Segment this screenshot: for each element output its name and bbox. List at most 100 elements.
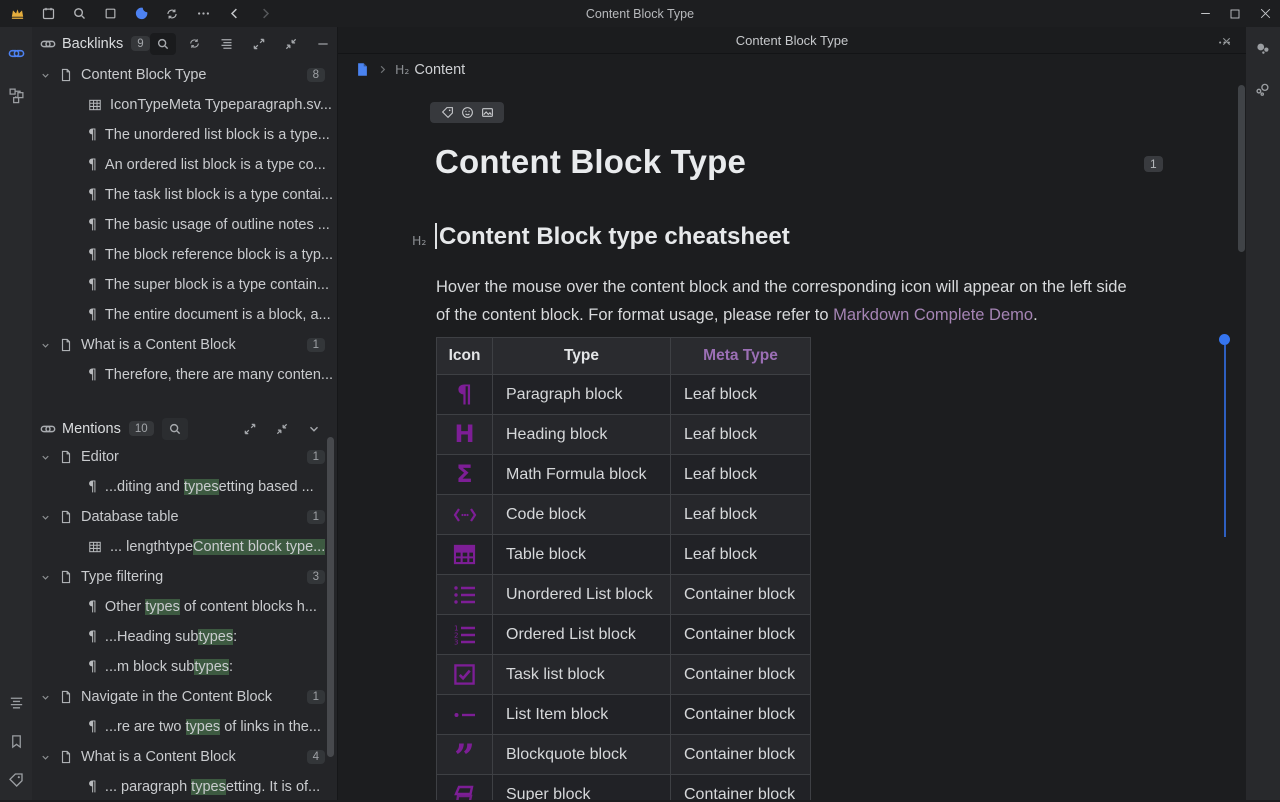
doc-paragraph[interactable]: Hover the mouse over the content block a… (436, 274, 1144, 329)
maximize-button[interactable] (1220, 0, 1250, 27)
global-search-icon[interactable] (70, 5, 88, 23)
backlink-item-row[interactable]: ¶ An ordered list block is a type co... (32, 150, 337, 180)
sidebar: Backlinks 9 C (32, 27, 338, 800)
mentions-search-button[interactable] (162, 418, 188, 440)
unordered-list-icon (453, 584, 477, 606)
backlinks-collapse-button[interactable] (278, 33, 304, 55)
daily-note-icon[interactable] (39, 5, 57, 23)
backlinks-search-button[interactable] (150, 33, 176, 55)
nav-back-icon[interactable] (225, 5, 243, 23)
image-icon[interactable] (481, 106, 494, 119)
table-row: ” Blockquote block Container block (437, 735, 811, 775)
mention-item-row[interactable]: ¶ ...m block subtypes: (32, 652, 337, 682)
close-button[interactable] (1250, 0, 1280, 27)
mention-item-row[interactable]: ¶ ... paragraph typesetting. It is of... (32, 772, 337, 802)
paragraph-icon: ¶ (88, 599, 97, 615)
backlink-item-row[interactable]: ¶ The super block is a type contain... (32, 270, 337, 300)
mentions-collapse-button[interactable] (269, 418, 295, 440)
ai-chat-dock-icon[interactable] (1246, 33, 1280, 67)
paragraph-icon: ¶ (88, 307, 97, 323)
backlinks-title: Backlinks (62, 36, 123, 52)
mention-item-row[interactable]: ¶ ...diting and typesetting based ... (32, 472, 337, 502)
table-row: H Heading block Leaf block (437, 415, 811, 455)
tag-icon[interactable] (441, 106, 454, 119)
backlink-item-row[interactable]: ¶ The block reference block is a typ... (32, 240, 337, 270)
mention-doc-row[interactable]: Database table 1 (32, 502, 337, 532)
document-icon (59, 690, 73, 704)
paragraph-icon: ¶ (88, 247, 97, 263)
table-row: List Item block Container block (437, 695, 811, 735)
paragraph-icon: ¶ (88, 367, 97, 383)
mention-doc-row[interactable]: Navigate in the Content Block 1 (32, 682, 337, 712)
mentions-panel-header: Mentions 10 (32, 412, 337, 445)
document-icon (59, 450, 73, 464)
doc-title[interactable]: Content Block Type (435, 143, 746, 181)
markdown-demo-link[interactable]: Markdown Complete Demo (833, 306, 1033, 324)
mention-doc-row[interactable]: Type filtering 3 (32, 562, 337, 592)
tag-dock-icon[interactable] (0, 764, 32, 796)
graph-dock-icon[interactable] (0, 79, 32, 111)
tab-bar[interactable]: Content Block Type (338, 27, 1246, 54)
backlink-item-row[interactable]: ¶ The task list block is a type contai..… (32, 180, 337, 210)
more-menu-icon[interactable] (194, 5, 212, 23)
mentions-chevron-down-icon[interactable] (301, 418, 327, 440)
content-block-table[interactable]: Icon Type Meta Type ¶ Paragraph block Le… (436, 337, 811, 800)
mention-item-row[interactable]: ... lengthtypeContent block type... (32, 532, 337, 562)
edit-mode-icon[interactable] (101, 5, 119, 23)
backlinks-refresh-button[interactable] (182, 33, 208, 55)
heading-level-tag: H₂ (395, 62, 409, 77)
emoji-icon[interactable] (461, 106, 474, 119)
theme-moon-icon[interactable] (132, 5, 150, 23)
backlinks-min-button[interactable] (310, 33, 336, 55)
super-block-icon (453, 784, 477, 801)
backlink-doc-row[interactable]: Content Block Type 8 (32, 60, 337, 90)
backlink-item-row[interactable]: ¶ The entire document is a block, a... (32, 300, 337, 330)
table-icon (88, 540, 102, 554)
sync-icon[interactable] (163, 5, 181, 23)
breadcrumb-label: Content (414, 62, 465, 78)
backlinks-dock-icon[interactable] (0, 37, 32, 69)
mention-highlight: types (191, 779, 226, 795)
mention-item-row[interactable]: ¶ ...Heading subtypes: (32, 622, 337, 652)
backlink-doc-row[interactable]: What is a Content Block 1 (32, 330, 337, 360)
backlink-item-row[interactable]: ¶ The unordered list block is a type... (32, 120, 337, 150)
table-row: Code block Leaf block (437, 495, 811, 535)
paragraph-icon: ¶ (88, 187, 97, 203)
document-icon (59, 338, 73, 352)
backlink-item-row[interactable]: ¶ Therefore, there are many conten... (32, 360, 337, 390)
breadcrumb-more-icon[interactable] (1217, 35, 1232, 50)
mentions-scrollbar[interactable] (327, 437, 334, 757)
mentions-expand-button[interactable] (237, 418, 263, 440)
editor-content[interactable]: Content Block Type 1 H₂ Content Block ty… (338, 85, 1232, 800)
backlinks-expand-button[interactable] (246, 33, 272, 55)
paragraph-icon: ¶ (457, 380, 472, 408)
doc-h2-heading[interactable]: Content Block type cheatsheet (439, 223, 790, 251)
backlinks-expand-list-button[interactable] (214, 33, 240, 55)
mentions-count-badge: 10 (129, 421, 154, 436)
editor-scrollbar[interactable] (1238, 85, 1245, 252)
editor-pane: Content Block Type H₂ Content Content (338, 27, 1246, 800)
breadcrumb[interactable]: H₂ Content (338, 54, 1246, 85)
paragraph-icon: ¶ (88, 127, 97, 143)
mention-item-row[interactable]: ¶ Other types of content blocks h... (32, 592, 337, 622)
nav-forward-icon[interactable] (256, 5, 274, 23)
table-row: Super block Container block (437, 775, 811, 801)
ordered-list-icon: 123 (453, 624, 477, 646)
table-row: ¶ Paragraph block Leaf block (437, 375, 811, 415)
mention-highlight: types (194, 659, 229, 675)
column-header-type: Type (493, 338, 671, 375)
text-caret (435, 223, 437, 249)
relation-graph-dock-icon[interactable] (1246, 73, 1280, 107)
bookmark-dock-icon[interactable] (0, 725, 32, 757)
paragraph-icon: ¶ (88, 157, 97, 173)
backlink-item-row[interactable]: ¶ The basic usage of outline notes ... (32, 210, 337, 240)
mention-doc-row[interactable]: What is a Content Block 4 (32, 742, 337, 772)
paragraph-icon: ¶ (88, 217, 97, 233)
workspace-crown-icon[interactable] (8, 5, 26, 23)
outline-dock-icon[interactable] (0, 686, 32, 718)
minimize-button[interactable] (1190, 0, 1220, 27)
mention-doc-row[interactable]: Editor 1 (32, 442, 337, 472)
list-item-icon (453, 710, 477, 720)
mention-item-row[interactable]: ¶ ...re are two types of links in the... (32, 712, 337, 742)
backlink-item-row[interactable]: IconTypeMeta Typeparagraph.sv... (32, 90, 337, 120)
